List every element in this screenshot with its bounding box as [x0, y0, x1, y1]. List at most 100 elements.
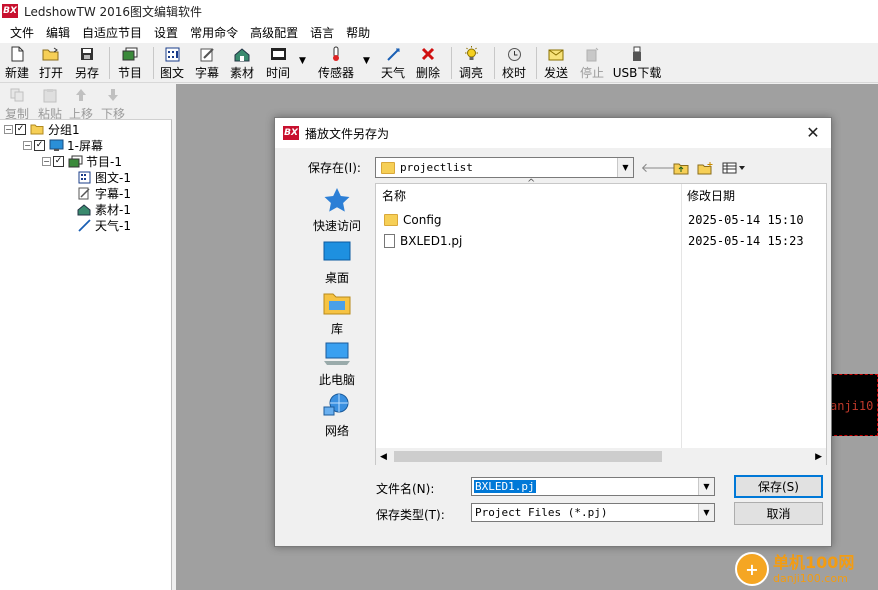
toolbar-separator: [451, 47, 452, 79]
file-name-cell: Config: [384, 213, 442, 227]
place-network[interactable]: 网络: [298, 391, 376, 439]
column-name-label: 名称: [382, 188, 407, 203]
sensor-button[interactable]: 传感器: [316, 45, 356, 81]
tree-screen-node[interactable]: − ✓ 1-屏幕: [23, 137, 103, 153]
close-icon[interactable]: ✕: [803, 123, 823, 143]
program-button[interactable]: 节目: [116, 45, 144, 81]
menu-help[interactable]: 帮助: [340, 24, 376, 41]
move-up-button[interactable]: 上移: [68, 86, 94, 122]
tree-group-label: 分组1: [48, 122, 80, 137]
new-button[interactable]: 新建: [4, 45, 30, 81]
collapse-icon[interactable]: −: [4, 124, 13, 134]
tree-program-node[interactable]: − ✓ 节目-1: [42, 153, 122, 169]
main-toolbar: 新建 打开 另存 节目 图文 字幕 素材 时间 ▼ 传感器 ▼ 天气 删除 调亮…: [0, 43, 878, 83]
filename-input[interactable]: BXLED1.pj ▼: [471, 477, 715, 496]
new-label: 新建: [4, 66, 29, 80]
usb-download-button[interactable]: USB下载: [612, 45, 662, 81]
save-as-dialog: BX 播放文件另存为 ✕ 保存在(I): projectlist ▼ 🡐 快速访…: [274, 117, 832, 547]
collapse-icon[interactable]: −: [23, 140, 32, 150]
place-libraries[interactable]: 库: [298, 289, 376, 337]
monitor-icon: [48, 138, 64, 152]
program-label: 节目: [117, 66, 142, 80]
graphic-text-button[interactable]: 图文: [159, 45, 185, 81]
file-name-cell: BXLED1.pj: [384, 233, 463, 248]
clock-display-icon: [269, 45, 287, 63]
toolbar-separator: [536, 47, 537, 79]
cancel-button[interactable]: 取消: [734, 502, 823, 525]
chevron-down-icon: ▼: [617, 158, 633, 177]
scroll-right-icon[interactable]: ▶: [815, 452, 822, 462]
tree-group-node[interactable]: − ✓ 分组1: [4, 121, 80, 137]
back-arrow-icon[interactable]: 🡐: [641, 159, 676, 177]
save-disk-icon: [78, 45, 96, 63]
material-icon: [76, 202, 92, 216]
program-checkbox[interactable]: ✓: [53, 155, 64, 167]
place-this-pc[interactable]: 此电脑: [298, 340, 376, 388]
open-button[interactable]: 打开: [38, 45, 64, 81]
menu-adaptive-program[interactable]: 自适应节目: [76, 24, 148, 41]
list-item[interactable]: BXLED1.pj 2025-05-14 15:23: [376, 230, 816, 251]
save-button[interactable]: 保存(S): [734, 475, 823, 498]
tree-item[interactable]: 天气-1: [76, 217, 131, 233]
send-button[interactable]: 发送: [543, 45, 569, 81]
sensor-dropdown-arrow[interactable]: ▼: [363, 56, 370, 66]
save-as-button[interactable]: 另存: [74, 45, 100, 81]
document-icon: [384, 233, 395, 248]
tree-item[interactable]: 素材-1: [76, 201, 131, 217]
tree-item[interactable]: 图文-1: [76, 169, 131, 185]
weather-icon: [76, 218, 92, 232]
watermark: + 单机100网 danji100.com: [735, 548, 878, 590]
sort-ascending-icon: ^: [527, 178, 536, 189]
material-button[interactable]: 素材: [229, 45, 255, 81]
thermometer-icon: [327, 45, 345, 63]
stop-icon: [583, 45, 601, 63]
scrollbar-thumb[interactable]: [394, 451, 662, 462]
column-header-name[interactable]: 名称 ^: [382, 178, 677, 206]
screen-checkbox[interactable]: ✓: [34, 139, 45, 151]
subtitle-button[interactable]: 字幕: [194, 45, 220, 81]
watermark-logo-icon: +: [735, 552, 769, 586]
brightness-button[interactable]: 调亮: [458, 45, 484, 81]
up-folder-icon[interactable]: [672, 159, 690, 177]
new-folder-icon[interactable]: [696, 159, 714, 177]
menu-language[interactable]: 语言: [304, 24, 340, 41]
list-item[interactable]: Config 2025-05-14 15:10: [376, 209, 816, 230]
view-menu-icon[interactable]: [719, 159, 749, 177]
menu-advanced-config[interactable]: 高级配置: [244, 24, 304, 41]
horizontal-scrollbar[interactable]: ◀ ▶: [376, 448, 826, 465]
menu-settings[interactable]: 设置: [148, 24, 184, 41]
delete-button[interactable]: 删除: [415, 45, 441, 81]
copy-button[interactable]: 复制: [4, 86, 30, 122]
star-icon: [324, 188, 350, 212]
scroll-left-icon[interactable]: ◀: [380, 452, 387, 462]
copy-icon: [8, 86, 26, 104]
place-quick-access[interactable]: 快速访问: [298, 186, 376, 234]
toolbar-separator: [494, 47, 495, 79]
stop-button[interactable]: 停止: [579, 45, 605, 81]
time-dropdown-arrow[interactable]: ▼: [299, 56, 306, 66]
place-desktop[interactable]: 桌面: [298, 238, 376, 286]
graphic-text-icon: [76, 170, 92, 184]
menu-common-commands[interactable]: 常用命令: [184, 24, 244, 41]
app-logo-icon: BX: [283, 126, 299, 140]
save-as-label: 另存: [74, 66, 99, 80]
file-list-view[interactable]: 名称 ^ 修改日期 Config 2025-05-14 15:10 BXLED1…: [375, 178, 827, 465]
send-label: 发送: [543, 66, 568, 80]
group-checkbox[interactable]: ✓: [15, 123, 26, 135]
menu-edit[interactable]: 编辑: [40, 24, 76, 41]
column-header-modified[interactable]: 修改日期: [687, 184, 817, 206]
look-in-dropdown[interactable]: projectlist ▼: [375, 157, 634, 178]
tree-item[interactable]: 字幕-1: [76, 185, 131, 201]
paste-button[interactable]: 粘贴: [37, 86, 63, 122]
filetype-dropdown[interactable]: Project Files (*.pj) ▼: [471, 503, 715, 522]
weather-button[interactable]: 天气: [380, 45, 406, 81]
menu-file[interactable]: 文件: [4, 24, 40, 41]
collapse-icon[interactable]: −: [42, 156, 51, 166]
program-icon: [67, 154, 83, 168]
move-down-button[interactable]: 下移: [100, 86, 126, 122]
time-button[interactable]: 时间: [264, 45, 292, 81]
toolbar-separator: [153, 47, 154, 79]
calibrate-time-button[interactable]: 校时: [501, 45, 527, 81]
file-name: BXLED1.pj: [400, 233, 463, 248]
usb-download-label: USB下载: [612, 66, 662, 80]
